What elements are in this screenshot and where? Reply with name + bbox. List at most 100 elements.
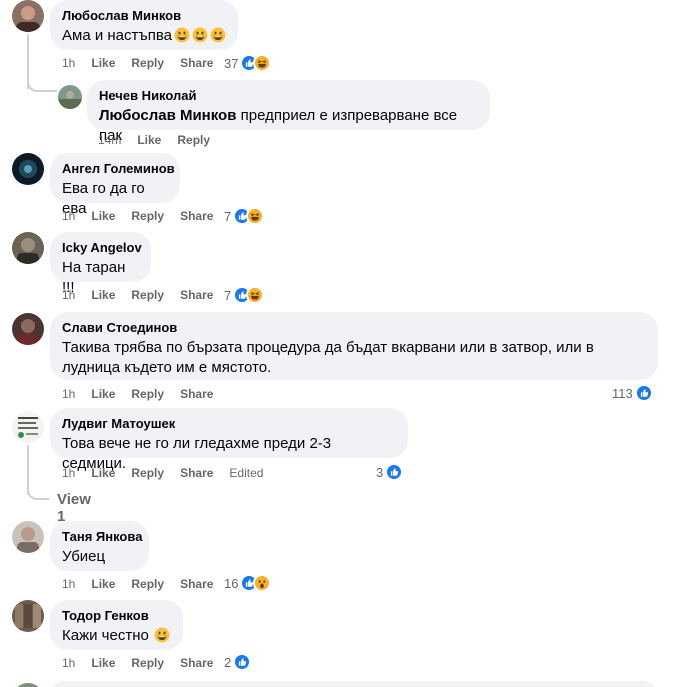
- thread-connector: [27, 40, 57, 92]
- reaction-summary[interactable]: 3: [376, 463, 404, 481]
- like-button[interactable]: Like: [91, 56, 115, 70]
- reply-button[interactable]: Reply: [177, 133, 210, 147]
- avatar[interactable]: [12, 153, 44, 185]
- haha-reaction-icon: [246, 286, 265, 304]
- avatar[interactable]: [12, 0, 44, 32]
- comment-bubble: Таня Янкова Убиец: [50, 521, 149, 571]
- comment-text: Убиец: [62, 548, 106, 565]
- reaction-summary[interactable]: 7: [224, 286, 265, 304]
- like-reaction-icon: [634, 384, 653, 402]
- reply-button[interactable]: Reply: [131, 577, 164, 591]
- comment-time[interactable]: 1h: [62, 656, 75, 670]
- comment-bubble: Любослав Минков Ама и настъпва: [50, 0, 238, 50]
- like-button[interactable]: Like: [91, 387, 115, 401]
- avatar[interactable]: [12, 313, 44, 345]
- comment-text-body: Ама и настъпва: [62, 27, 173, 44]
- share-button[interactable]: Share: [180, 209, 213, 223]
- reaction-count: 37: [224, 55, 239, 71]
- comment-author[interactable]: Любослав Минков: [62, 8, 226, 24]
- comment-time[interactable]: 1h: [62, 466, 75, 480]
- comment-author[interactable]: Icky Angelov: [62, 240, 142, 256]
- comment-text-body: Кажи честно: [62, 627, 149, 644]
- share-button[interactable]: Share: [180, 466, 213, 480]
- comment-actions: 1h Like Reply Share Edited: [62, 466, 263, 480]
- reaction-summary[interactable]: 7: [224, 207, 265, 225]
- edited-label[interactable]: Edited: [229, 466, 263, 480]
- like-button[interactable]: Like: [91, 288, 115, 302]
- comment-bubble: Слави Стоединов Такива трябва по бързата…: [50, 312, 658, 380]
- thread-connector: [27, 480, 49, 500]
- reaction-count: 113: [612, 385, 633, 401]
- grinning-face-icon: [154, 627, 170, 643]
- comment-author[interactable]: Таня Янкова: [62, 529, 142, 545]
- share-button[interactable]: Share: [180, 56, 213, 70]
- mention-link[interactable]: Любослав Минков: [99, 107, 236, 124]
- wow-reaction-icon: [253, 574, 272, 592]
- comment-time[interactable]: 14m: [98, 133, 121, 147]
- avatar[interactable]: [12, 521, 44, 553]
- comment-time[interactable]: 1h: [62, 288, 75, 302]
- comment-author[interactable]: Тодор Генков: [62, 608, 171, 624]
- comment-text: Кажи честно: [62, 626, 171, 646]
- comment-actions: 1h Like Reply Share: [62, 387, 229, 401]
- reaction-count: 7: [224, 208, 232, 224]
- reaction-summary[interactable]: 2: [224, 653, 252, 671]
- like-button[interactable]: Like: [137, 133, 161, 147]
- comment-author[interactable]: Ангел Големинов: [62, 161, 175, 177]
- comment-bubble: Ангел Големинов Ева го да го ева: [50, 153, 180, 217]
- comment-author[interactable]: Лудвиг Матоушек: [62, 416, 396, 432]
- avatar[interactable]: [12, 232, 44, 264]
- comment-time[interactable]: 1h: [62, 56, 75, 70]
- comment-author[interactable]: Нечев Николай: [99, 88, 478, 104]
- reaction-count: 3: [376, 464, 384, 480]
- reply-button[interactable]: Reply: [131, 466, 164, 480]
- reply-button[interactable]: Reply: [131, 56, 164, 70]
- reaction-summary[interactable]: 113: [612, 384, 653, 402]
- comment-actions: 1h Like Reply Share: [62, 209, 229, 223]
- avatar[interactable]: [12, 411, 44, 443]
- reply-button[interactable]: Reply: [131, 209, 164, 223]
- like-button[interactable]: Like: [91, 656, 115, 670]
- comment-actions: 1h Like Reply Share: [62, 656, 229, 670]
- like-button[interactable]: Like: [91, 209, 115, 223]
- avatar[interactable]: [12, 600, 44, 632]
- comment-author[interactable]: Слави Стоединов: [62, 320, 646, 336]
- reply-button[interactable]: Reply: [131, 288, 164, 302]
- like-reaction-icon: [233, 653, 252, 671]
- comment-text: Ама и настъпва: [62, 26, 226, 46]
- reply-button[interactable]: Reply: [131, 387, 164, 401]
- reaction-count: 7: [224, 287, 232, 303]
- comment-text-line: Такива трябва по бързата процедура да бъ…: [62, 339, 594, 356]
- reaction-count: 16: [224, 575, 239, 591]
- like-button[interactable]: Like: [91, 466, 115, 480]
- comment-time[interactable]: 1h: [62, 387, 75, 401]
- avatar[interactable]: [58, 85, 82, 109]
- share-button[interactable]: Share: [180, 656, 213, 670]
- comment-bubble: Нечев Николай Любослав Минков предприел …: [87, 80, 490, 144]
- avatar[interactable]: [12, 683, 44, 687]
- grinning-face-icon: [174, 27, 190, 43]
- comment-bubble: Icky Angelov На таран !!!: [50, 232, 151, 296]
- like-button[interactable]: Like: [91, 577, 115, 591]
- haha-reaction-icon: [246, 207, 265, 225]
- like-reaction-icon: [385, 463, 404, 481]
- share-button[interactable]: Share: [180, 387, 213, 401]
- comment-actions: 14m Like Reply: [98, 133, 226, 147]
- comment-actions: 1h Like Reply Share: [62, 577, 229, 591]
- reaction-summary[interactable]: 16: [224, 574, 272, 592]
- comment-actions: 1h Like Reply Share: [62, 288, 229, 302]
- comment-time[interactable]: 1h: [62, 209, 75, 223]
- comment-bubble: [50, 681, 658, 687]
- reaction-count: 2: [224, 654, 232, 670]
- reply-button[interactable]: Reply: [131, 656, 164, 670]
- reaction-summary[interactable]: 37: [224, 54, 272, 72]
- haha-reaction-icon: [253, 54, 272, 72]
- share-button[interactable]: Share: [180, 288, 213, 302]
- comment-time[interactable]: 1h: [62, 577, 75, 591]
- grinning-face-icon: [192, 27, 208, 43]
- comment-bubble: Тодор Генков Кажи честно: [50, 600, 183, 650]
- comment-actions: 1h Like Reply Share: [62, 56, 229, 70]
- grinning-face-icon: [210, 27, 226, 43]
- share-button[interactable]: Share: [180, 577, 213, 591]
- comment-text-line: лудница където им е мястото.: [62, 359, 272, 376]
